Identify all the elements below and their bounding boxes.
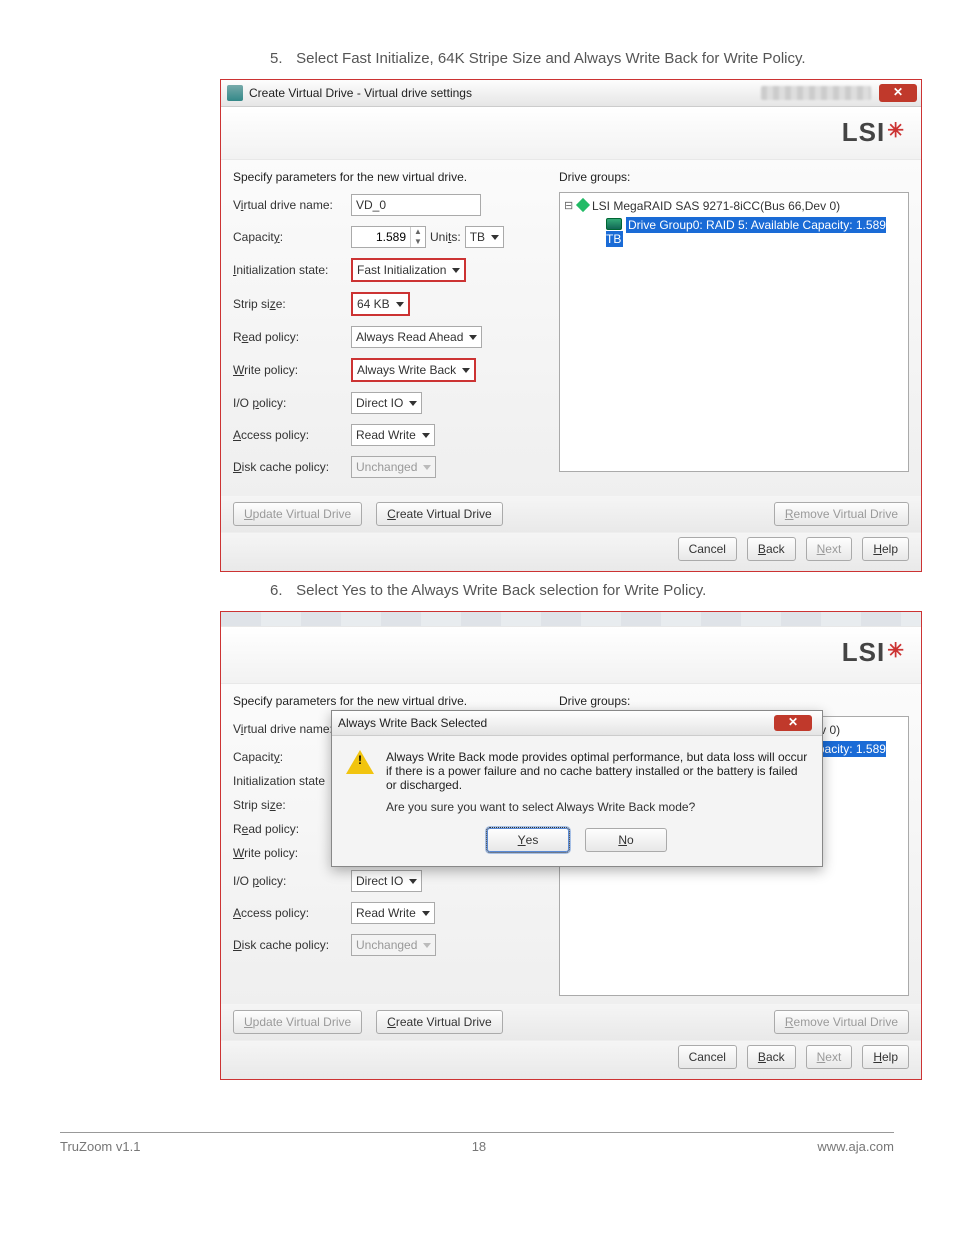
next-button: Next [806, 537, 853, 561]
label-access-policy: Access policy: [233, 428, 351, 442]
select-write-policy[interactable]: Always Write Back [351, 358, 476, 382]
label-init-state: Initialization state: [233, 263, 351, 277]
next-button-2: Next [806, 1045, 853, 1069]
select-init-state[interactable]: Fast Initialization [351, 258, 466, 282]
row-io-policy-2: I/O policy: Direct IO [233, 870, 543, 892]
drive-groups-tree[interactable]: LSI MegaRAID SAS 9271-8iCC(Bus 66,Dev 0)… [559, 192, 909, 472]
help-button-2[interactable]: Help [862, 1045, 909, 1069]
row-capacity: Capacity: ▲▼ Units: TB [233, 226, 543, 248]
update-vd-button: Update Virtual Drive [233, 502, 362, 526]
warning-icon [346, 750, 374, 774]
window-title: Create Virtual Drive - Virtual drive set… [249, 86, 761, 100]
cancel-button-2[interactable]: Cancel [678, 1045, 737, 1069]
cancel-button[interactable]: Cancel [678, 537, 737, 561]
remove-vd-button: Remove Virtual Drive [774, 502, 909, 526]
page-footer: TruZoom v1.1 18 www.aja.com [60, 1132, 894, 1174]
dialog-question: Are you sure you want to select Always W… [332, 800, 822, 824]
row-write-policy: Write policy: Always Write Back [233, 358, 543, 382]
create-vd-button-2[interactable]: Create Virtual Drive [376, 1010, 503, 1034]
select-read-policy[interactable]: Always Read Ahead [351, 326, 482, 348]
action-buttons-row-2: Update Virtual Drive Create Virtual Driv… [221, 1004, 921, 1040]
create-vd-button[interactable]: Create Virtual Drive [376, 502, 503, 526]
label-vd-name: Virtual drive name: [233, 198, 351, 212]
select-access-policy-2[interactable]: Read Write [351, 902, 435, 924]
select-units[interactable]: TB [465, 226, 504, 248]
label-strip-size: Strip size: [233, 297, 351, 311]
dialog-titlebar: Always Write Back Selected ✕ [332, 711, 822, 736]
step-6: 6. Select Yes to the Always Write Back s… [270, 582, 894, 599]
brand-row-2: LSI [221, 626, 921, 684]
footer-left: TruZoom v1.1 [60, 1139, 140, 1154]
row-disk-cache: Disk cache policy: Unchanged [233, 456, 543, 478]
left-prompt: Specify parameters for the new virtual d… [233, 170, 543, 184]
lsi-logo-2: LSI [842, 637, 903, 668]
window-titlebar: Create Virtual Drive - Virtual drive set… [221, 80, 921, 107]
help-button[interactable]: Help [862, 537, 909, 561]
step-5-number: 5. [270, 50, 292, 67]
label-disk-cache-2: Disk cache policy: [233, 938, 351, 952]
select-disk-cache: Unchanged [351, 456, 436, 478]
dialog-yes-button[interactable]: Yes [487, 828, 569, 852]
brand-row: LSI [221, 107, 921, 160]
label-io-policy: I/O policy: [233, 396, 351, 410]
close-button[interactable]: ✕ [879, 84, 917, 102]
titlebar-blur [761, 86, 871, 100]
select-disk-cache-2: Unchanged [351, 934, 436, 956]
wizard-buttons-row: Cancel Back Next Help [221, 532, 921, 571]
right-prompt-2: Drive groups: [559, 694, 909, 708]
drivegroup-icon [606, 218, 622, 230]
label-units: Units: [430, 230, 461, 244]
wizard-buttons-row-2: Cancel Back Next Help [221, 1040, 921, 1079]
dialog-buttons: Yes No [332, 824, 822, 866]
select-io-policy-2[interactable]: Direct IO [351, 870, 422, 892]
dialog-title: Always Write Back Selected [338, 716, 774, 730]
capacity-value[interactable] [352, 230, 410, 244]
input-capacity[interactable]: ▲▼ [351, 226, 426, 248]
row-vd-name: Virtual drive name: VD_0 [233, 194, 543, 216]
tree-drivegroup-node[interactable]: Drive Group0: RAID 5: Available Capacity… [588, 217, 904, 246]
row-strip-size: Strip size: 64 KB [233, 292, 543, 316]
dialog-no-button[interactable]: No [585, 828, 667, 852]
row-init-state: Initialization state: Fast Initializatio… [233, 258, 543, 282]
dialog-close-button[interactable]: ✕ [774, 715, 812, 731]
label-io-policy-2: I/O policy: [233, 874, 351, 888]
label-capacity: Capacity: [233, 230, 351, 244]
label-write-policy: Write policy: [233, 363, 351, 377]
tree-controller-node[interactable]: LSI MegaRAID SAS 9271-8iCC(Bus 66,Dev 0) [564, 197, 904, 215]
row-io-policy: I/O policy: Direct IO [233, 392, 543, 414]
cropped-top [221, 612, 921, 626]
step-6-text: Select Yes to the Always Write Back sele… [296, 582, 706, 599]
screenshot-1: Create Virtual Drive - Virtual drive set… [220, 79, 922, 572]
action-buttons-row: Update Virtual Drive Create Virtual Driv… [221, 496, 921, 532]
row-disk-cache-2: Disk cache policy: Unchanged [233, 934, 543, 956]
remove-vd-button-2: Remove Virtual Drive [774, 1010, 909, 1034]
row-read-policy: Read policy: Always Read Ahead [233, 326, 543, 348]
label-disk-cache: Disk cache policy: [233, 460, 351, 474]
label-access-policy-2: Access policy: [233, 906, 351, 920]
step-6-number: 6. [270, 582, 292, 599]
back-button[interactable]: Back [747, 537, 796, 561]
dialog-message: Always Write Back mode provides optimal … [386, 750, 808, 792]
update-vd-button-2: Update Virtual Drive [233, 1010, 362, 1034]
select-access-policy[interactable]: Read Write [351, 424, 435, 446]
confirm-dialog: Always Write Back Selected ✕ Always Writ… [331, 710, 823, 867]
select-strip-size[interactable]: 64 KB [351, 292, 410, 316]
app-icon [227, 85, 243, 101]
select-io-policy[interactable]: Direct IO [351, 392, 422, 414]
label-read-policy: Read policy: [233, 330, 351, 344]
right-prompt: Drive groups: [559, 170, 909, 184]
controller-icon [576, 198, 590, 212]
lsi-logo: LSI [842, 117, 903, 148]
back-button-2[interactable]: Back [747, 1045, 796, 1069]
step-5-text: Select Fast Initialize, 64K Stripe Size … [296, 50, 805, 67]
row-access-policy: Access policy: Read Write [233, 424, 543, 446]
input-vd-name[interactable]: VD_0 [351, 194, 481, 216]
screenshot-2: LSI Specify parameters for the new virtu… [220, 611, 922, 1080]
footer-right: www.aja.com [817, 1139, 894, 1154]
footer-page-number: 18 [472, 1139, 486, 1154]
step-5: 5. Select Fast Initialize, 64K Stripe Si… [270, 50, 894, 67]
row-access-policy-2: Access policy: Read Write [233, 902, 543, 924]
left-prompt-2: Specify parameters for the new virtual d… [233, 694, 543, 708]
